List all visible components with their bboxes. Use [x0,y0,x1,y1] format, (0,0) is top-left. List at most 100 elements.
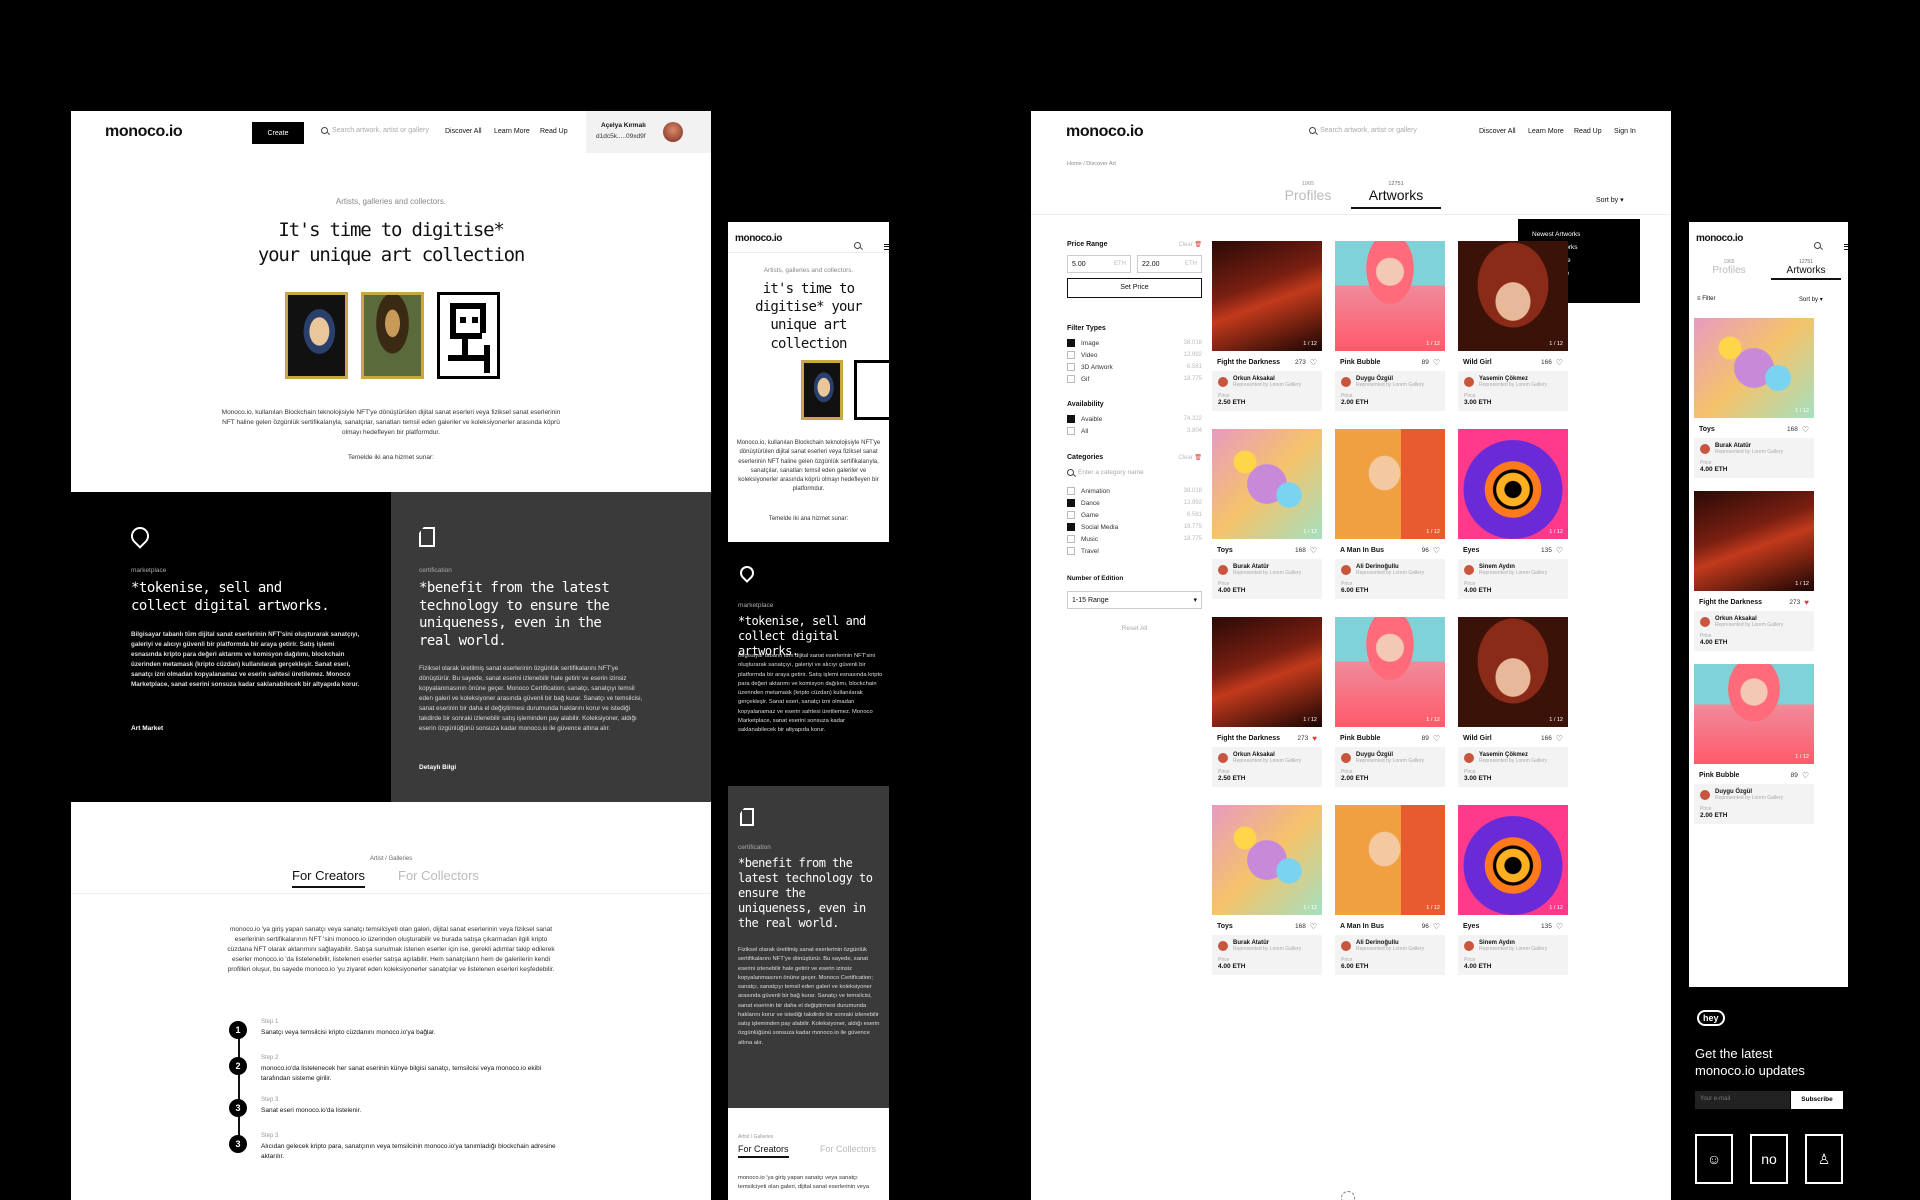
menu-icon[interactable] [884,244,889,250]
artwork-image[interactable]: 1 / 12 [1212,805,1322,915]
create-button[interactable]: Create [252,122,304,144]
artwork-title[interactable]: Fight the Darkness [1217,735,1280,742]
owner-row[interactable]: Burak Atatür Represented by Lorem Galler… [1218,564,1316,576]
filter-option[interactable]: All 3.804 [1067,425,1202,437]
owner-row[interactable]: Ali Derinoğullu Represented by Lorem Gal… [1341,564,1439,576]
heart-icon[interactable]: ♡ [1433,546,1440,555]
heart-icon[interactable]: ♥ [1804,598,1809,607]
heart-icon[interactable]: ♡ [1433,922,1440,931]
heart-icon[interactable]: ♡ [1802,425,1809,434]
filter-option[interactable]: Social Media 18.775 [1067,521,1202,533]
tab-artworks[interactable]: 12751 Artworks [1771,259,1841,280]
filter-button[interactable]: ≡ Filter [1697,296,1716,302]
owner-row[interactable]: Burak Atatür Represented by Lorem Galler… [1700,443,1808,455]
logo[interactable]: monoco.io [1696,233,1743,244]
checkbox[interactable] [1067,351,1075,359]
artwork-card[interactable]: 1 / 12 A Man In Bus 96 ♡ Ali Derinoğullu… [1335,805,1445,975]
filter-option[interactable]: Avaible 74.322 [1067,413,1202,425]
artwork-card[interactable]: 1 / 12 Eyes 135 ♡ Sinem Aydın Represente… [1458,805,1568,975]
nav-learn-more[interactable]: Learn More [1528,128,1564,135]
owner-row[interactable]: Duygu Özgül Represented by Lorem Gallery [1700,789,1808,801]
artwork-image[interactable]: 1 / 12 [1458,241,1568,351]
search-input[interactable]: Search artwork, artist or gallery [332,127,429,134]
nav-discover-all[interactable]: Discover All [1479,128,1516,135]
artwork-title[interactable]: A Man In Bus [1340,923,1384,930]
checkbox[interactable] [1067,535,1075,543]
artwork-title[interactable]: Pink Bubble [1340,735,1380,742]
artwork-card[interactable]: 1 / 12 Toys 168 ♡ Burak Atatür Represent… [1694,318,1814,478]
artwork-card[interactable]: 1 / 12 Wild Girl 166 ♡ Yasemin Çökmez Re… [1458,241,1568,411]
checkbox[interactable] [1067,523,1075,531]
search-input[interactable]: Search artwork, artist or gallery [1320,127,1417,134]
edition-select[interactable]: 1-15 Range ▾ [1067,591,1202,609]
search-bar[interactable]: Search artwork, artist or gallery [1309,127,1449,134]
artwork-image[interactable]: 1 / 12 [1335,805,1445,915]
breadcrumb[interactable]: Home / Discover Art [1067,161,1116,167]
nav-read-up[interactable]: Read Up [1574,128,1602,135]
artwork-image[interactable]: 1 / 12 [1335,617,1445,727]
reset-all-button[interactable]: Reset All [1067,625,1202,632]
owner-row[interactable]: Sinem Aydın Represented by Lorem Gallery [1464,940,1562,952]
filter-option[interactable]: Dance 12.992 [1067,497,1202,509]
owner-row[interactable]: Orkun Aksakal Represented by Lorem Galle… [1218,752,1316,764]
artwork-title[interactable]: Toys [1217,547,1233,554]
artwork-title[interactable]: Fight the Darkness [1699,599,1762,606]
artwork-title[interactable]: Wild Girl [1463,735,1492,742]
subscribe-button[interactable]: Subscribe [1791,1091,1843,1109]
artwork-card[interactable]: 1 / 12 Pink Bubble 89 ♡ Duygu Özgül Repr… [1335,241,1445,411]
owner-row[interactable]: Yasemin Çökmez Represented by Lorem Gall… [1464,752,1562,764]
artwork-title[interactable]: Pink Bubble [1699,772,1739,779]
artwork-image[interactable]: 1 / 12 [1335,429,1445,539]
category-search[interactable]: Enter a category name [1067,469,1202,476]
owner-row[interactable]: Sinem Aydın Represented by Lorem Gallery [1464,564,1562,576]
artwork-title[interactable]: Pink Bubble [1340,359,1380,366]
artwork-image[interactable]: 1 / 12 [1212,241,1322,351]
heart-icon[interactable]: ♡ [1556,546,1563,555]
art-market-link[interactable]: Art Market [131,725,163,732]
tab-for-creators[interactable]: For Creators [292,868,365,888]
filter-option[interactable]: Game 6.581 [1067,509,1202,521]
heart-icon[interactable]: ♡ [1310,546,1317,555]
artwork-image[interactable]: 1 / 12 [1694,318,1814,418]
heart-icon[interactable]: ♡ [1310,358,1317,367]
artwork-card[interactable]: 1 / 12 Pink Bubble 89 ♡ Duygu Özgül Repr… [1335,617,1445,787]
price-min-input[interactable]: 5.00 ETH [1067,255,1131,273]
artwork-title[interactable]: Eyes [1463,923,1479,930]
filter-option[interactable]: Music 18.775 [1067,533,1202,545]
tab-for-collectors[interactable]: For Collectors [398,868,479,883]
owner-row[interactable]: Orkun Aksakal Represented by Lorem Galle… [1700,616,1808,628]
nav-discover-all[interactable]: Discover All [445,128,482,135]
artwork-image[interactable]: 1 / 12 [1212,617,1322,727]
artwork-card[interactable]: 1 / 12 Toys 168 ♡ Burak Atatür Represent… [1212,429,1322,599]
artwork-card[interactable]: 1 / 12 Fight the Darkness 273 ♥ Orkun Ak… [1212,617,1322,787]
artwork-title[interactable]: Fight the Darkness [1217,359,1280,366]
tab-profiles[interactable]: 1965 Profiles [1699,259,1759,276]
email-field[interactable]: Your e-mail [1695,1091,1790,1109]
owner-row[interactable]: Orkun Aksakal Represented by Lorem Galle… [1218,376,1316,388]
search-icon[interactable] [1814,242,1821,249]
heart-icon[interactable]: ♡ [1556,358,1563,367]
search-icon[interactable] [854,242,861,249]
checkbox[interactable] [1067,499,1075,507]
artwork-card[interactable]: 1 / 12 Eyes 135 ♡ Sinem Aydın Represente… [1458,429,1568,599]
filter-option[interactable]: Gif 18.775 [1067,373,1202,385]
heart-icon[interactable]: ♥ [1312,734,1317,743]
price-max-input[interactable]: 22.00 ETH [1137,255,1202,273]
checkbox[interactable] [1067,427,1075,435]
clear-price[interactable]: Clear 🗑 [1178,241,1202,248]
checkbox[interactable] [1067,415,1075,423]
artwork-title[interactable]: Toys [1699,426,1715,433]
artwork-image[interactable]: 1 / 12 [1335,241,1445,351]
checkbox[interactable] [1067,547,1075,555]
clear-categories[interactable]: Clear 🗑 [1178,454,1202,461]
heart-icon[interactable]: ♡ [1556,922,1563,931]
owner-row[interactable]: Burak Atatür Represented by Lorem Galler… [1218,940,1316,952]
artwork-image[interactable]: 1 / 12 [1694,491,1814,591]
artwork-image[interactable]: 1 / 12 [1458,617,1568,727]
menu-icon[interactable] [1844,244,1848,250]
heart-icon[interactable]: ♡ [1433,358,1440,367]
sort-dropdown[interactable]: Sort by ▾ [1799,296,1823,303]
artwork-image[interactable]: 1 / 12 [1212,429,1322,539]
tab-for-collectors[interactable]: For Collectors [820,1144,876,1154]
sort-dropdown[interactable]: Sort by ▾ [1596,196,1624,204]
